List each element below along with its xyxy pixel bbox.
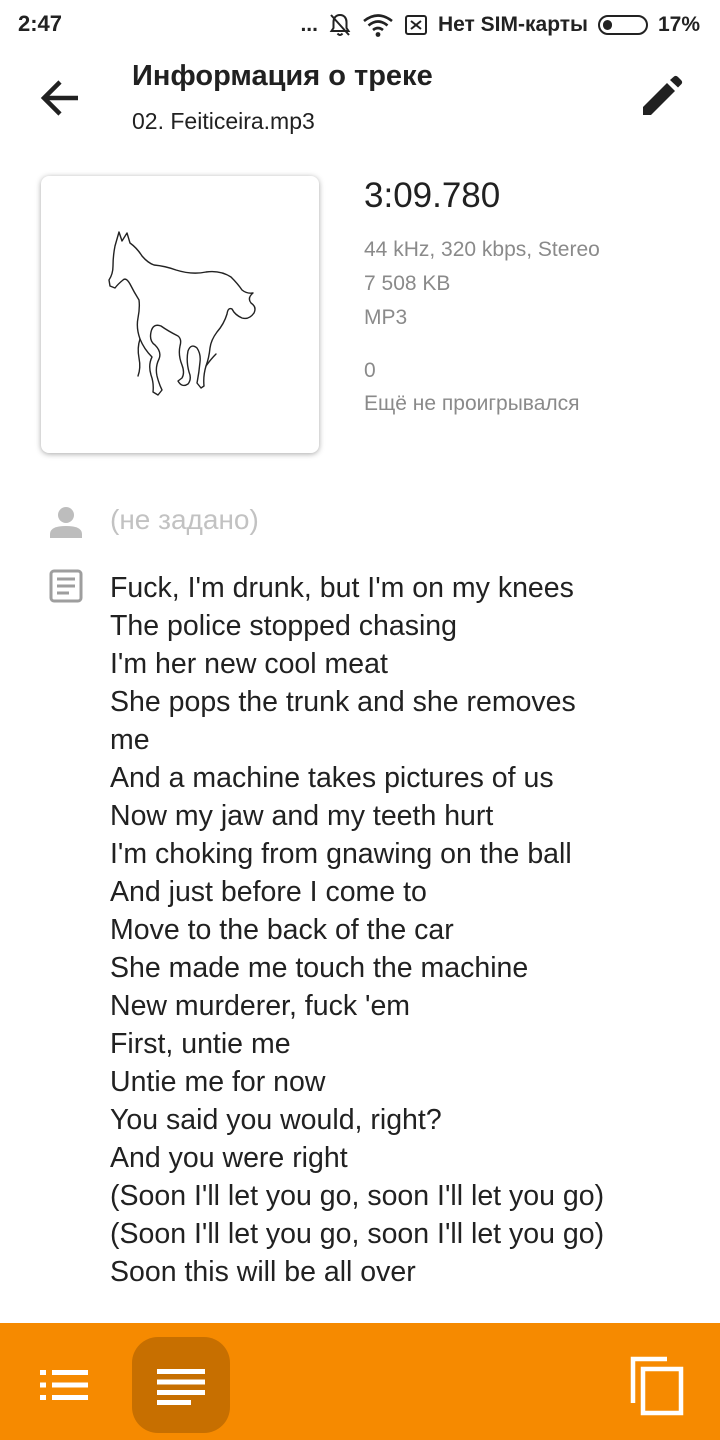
bottom-nav-bar: [0, 1323, 720, 1440]
lyrics-line: Fuck, I'm drunk, but I'm on my knees: [110, 572, 574, 604]
battery-percent: 17%: [657, 13, 700, 36]
lyrics-line: I'm her new cool meat: [110, 648, 388, 680]
lyrics-line: And you were right: [110, 1142, 348, 1174]
status-icons: ... Нет SIM-карты 17%: [300, 11, 700, 39]
lyrics-line: me: [110, 724, 150, 756]
lyrics-line: Move to the back of the car: [110, 914, 454, 946]
lyrics-icon-wrap: [44, 564, 88, 608]
edit-button[interactable]: [628, 64, 694, 130]
lyrics-line: New murderer, fuck 'em: [110, 990, 411, 1022]
copy-icon: [630, 1356, 684, 1416]
back-button[interactable]: [28, 66, 92, 130]
album-cover[interactable]: [41, 176, 319, 453]
bell-off-icon: [329, 13, 351, 36]
last-played: Ещё не проигрывался: [364, 392, 580, 415]
horse-artwork: [108, 231, 256, 396]
person-icon: [50, 507, 82, 538]
lines-icon: [157, 1369, 205, 1405]
pencil-icon: [643, 75, 683, 115]
more-dots: ...: [300, 13, 318, 36]
tab-lyrics[interactable]: [132, 1337, 230, 1433]
play-count: 0: [364, 359, 376, 382]
file-name: 02. Feiticeira.mp3: [132, 108, 315, 134]
lyrics-line: Now my jaw and my teeth hurt: [110, 800, 494, 832]
lyrics-icon: [49, 569, 83, 603]
lyrics-line: (Soon I'll let you go, soon I'll let you…: [110, 1180, 605, 1212]
status-time: 2:47: [18, 11, 63, 36]
lyrics-line: You said you would, right?: [110, 1104, 442, 1136]
track-duration: 3:09.780: [364, 176, 501, 215]
copy-button[interactable]: [622, 1351, 692, 1421]
track-file-size: 7 508 KB: [364, 272, 451, 295]
page-title: Информация о треке: [132, 60, 433, 92]
lyrics-line: (Soon I'll let you go, soon I'll let you…: [110, 1218, 605, 1250]
carrier-label: Нет SIM-карты: [437, 13, 588, 36]
composer-icon-wrap: [44, 500, 88, 544]
track-format-details: 44 kHz, 320 kbps, Stereo: [364, 238, 600, 261]
lyrics-line: She pops the trunk and she removes: [110, 686, 576, 718]
composer-field[interactable]: (не задано): [110, 504, 259, 536]
lyrics-line: Untie me for now: [110, 1066, 326, 1098]
lyrics-line: The police stopped chasing: [110, 610, 457, 642]
lyrics-text[interactable]: Fuck, I'm drunk, but I'm on my knees The …: [110, 569, 690, 1291]
lyrics-line: And just before I come to: [110, 876, 427, 908]
lyrics-line: First, untie me: [110, 1028, 291, 1060]
lyrics-line: She made me touch the machine: [110, 952, 529, 984]
list-icon: [40, 1370, 88, 1400]
arrow-back-icon: [40, 80, 78, 116]
status-bar: 2:47 ... Нет SIM-карты 17%: [0, 0, 720, 50]
wifi-icon: [363, 14, 393, 37]
lyrics-line: And a machine takes pictures of us: [110, 762, 554, 794]
no-sim-icon: [404, 15, 427, 35]
battery-icon: [597, 15, 648, 35]
tab-track-list[interactable]: [26, 1353, 102, 1417]
lyrics-line: I'm choking from gnawing on the ball: [110, 838, 572, 870]
lyrics-line: Soon this will be all over: [110, 1256, 416, 1288]
track-codec: MP3: [364, 306, 408, 329]
